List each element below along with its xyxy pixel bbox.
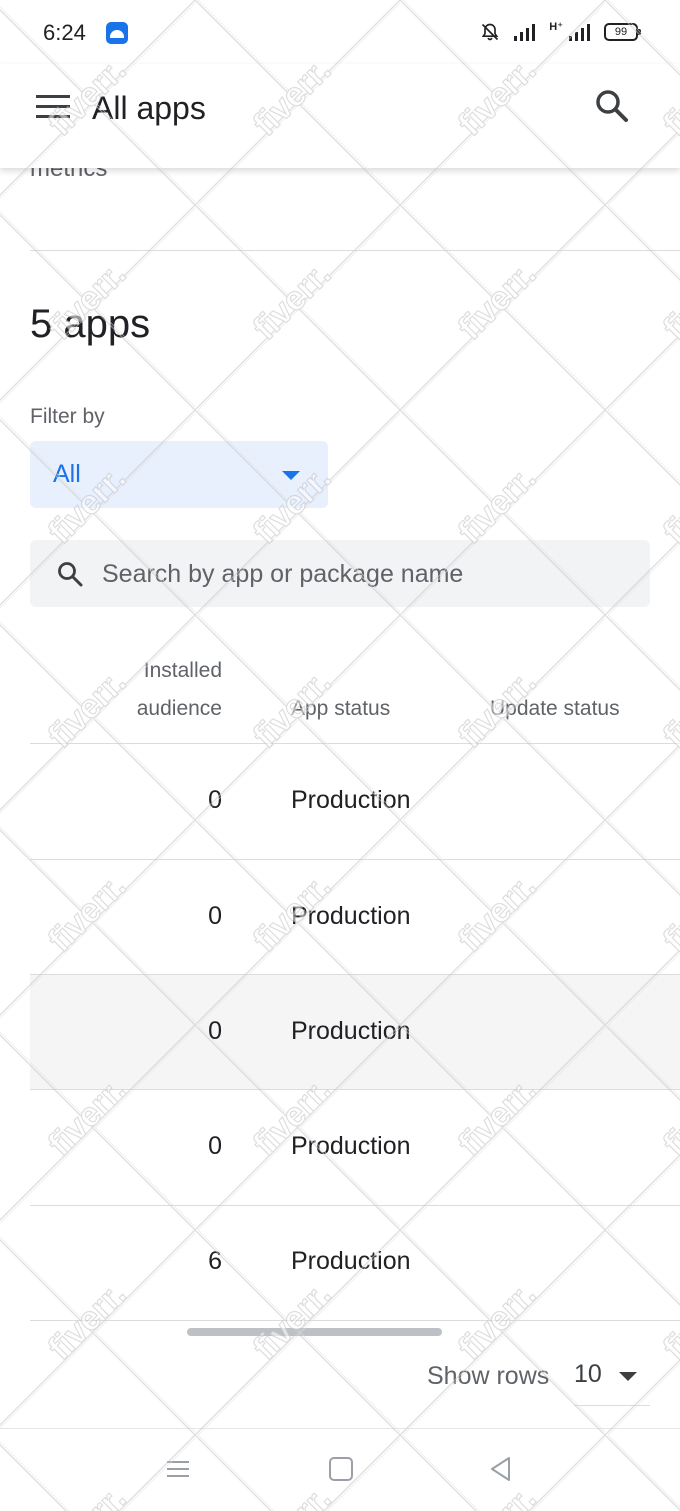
bell-muted-icon xyxy=(480,22,500,42)
watermark-text: fiverr. xyxy=(451,459,543,551)
filter-selected-value: All xyxy=(53,460,81,488)
dropdown-caret-icon xyxy=(282,471,300,480)
table-row[interactable]: 0 Production xyxy=(30,860,680,975)
app-bar: All apps xyxy=(0,64,680,168)
column-header-line: audience xyxy=(136,697,222,720)
battery-icon: 99 xyxy=(604,23,641,41)
installed-audience-cell: 6 xyxy=(208,1247,222,1275)
row-divider xyxy=(30,1320,680,1321)
apps-count-title: 5 apps xyxy=(30,302,151,346)
search-input[interactable] xyxy=(102,554,622,594)
dropdown-caret-icon xyxy=(619,1372,637,1381)
table-row[interactable]: 0 Production xyxy=(30,1090,680,1205)
rows-per-page-dropdown[interactable]: 10 xyxy=(574,1352,650,1406)
watermark-text: fiverr. xyxy=(656,459,680,551)
table-row[interactable]: 0 Production xyxy=(30,975,680,1090)
status-icons: H⁺ 99 xyxy=(480,20,641,42)
network-type-icon: H⁺ xyxy=(549,20,563,33)
app-search-box[interactable] xyxy=(30,540,650,607)
app-status-cell: Production xyxy=(291,1017,411,1045)
installed-audience-cell: 0 xyxy=(208,902,222,930)
watermark-text: fiverr. xyxy=(656,663,680,755)
signal-icon-2 xyxy=(569,23,590,41)
filter-label: Filter by xyxy=(30,405,105,428)
app-status-cell: Production xyxy=(291,1132,411,1160)
home-icon[interactable] xyxy=(327,1455,355,1483)
app-status-cell: Production xyxy=(291,902,411,930)
app-status-cell: Production xyxy=(291,1247,411,1275)
recent-apps-icon[interactable] xyxy=(165,1455,193,1483)
watermark-text: fiverr. xyxy=(451,255,543,347)
back-icon[interactable] xyxy=(487,1455,515,1483)
column-header-line: Installed xyxy=(143,659,222,682)
show-rows-label: Show rows xyxy=(427,1362,550,1390)
filter-dropdown[interactable]: All xyxy=(30,441,328,508)
installed-audience-cell: 0 xyxy=(208,1017,222,1045)
page-title: All apps xyxy=(92,90,206,126)
watermark-text: fiverr. xyxy=(246,255,338,347)
section-divider xyxy=(30,250,680,251)
status-bar: 6:24 H⁺ 99 xyxy=(0,0,680,64)
app-status-cell: Production xyxy=(291,786,411,814)
hamburger-menu-icon[interactable] xyxy=(36,95,70,119)
signal-icon xyxy=(514,23,536,41)
search-icon xyxy=(56,560,84,588)
column-header-update-status[interactable]: Update status xyxy=(490,690,620,728)
system-navigation-bar xyxy=(0,1428,680,1511)
rows-per-page-value: 10 xyxy=(574,1360,602,1388)
table-row[interactable]: 6 Production xyxy=(30,1205,680,1320)
search-icon[interactable] xyxy=(594,88,630,124)
table-horizontal-scrollbar[interactable] xyxy=(187,1328,442,1336)
column-header-app-status[interactable]: App status xyxy=(291,690,390,728)
watermark-text: fiverr. xyxy=(656,255,680,347)
column-header-installed-audience[interactable]: Installed audience xyxy=(62,652,222,728)
table-row[interactable]: 0 Production xyxy=(30,744,680,859)
android-notification-icon xyxy=(106,22,128,44)
installed-audience-cell: 0 xyxy=(208,786,222,814)
installed-audience-cell: 0 xyxy=(208,1132,222,1160)
status-time: 6:24 xyxy=(43,20,86,45)
